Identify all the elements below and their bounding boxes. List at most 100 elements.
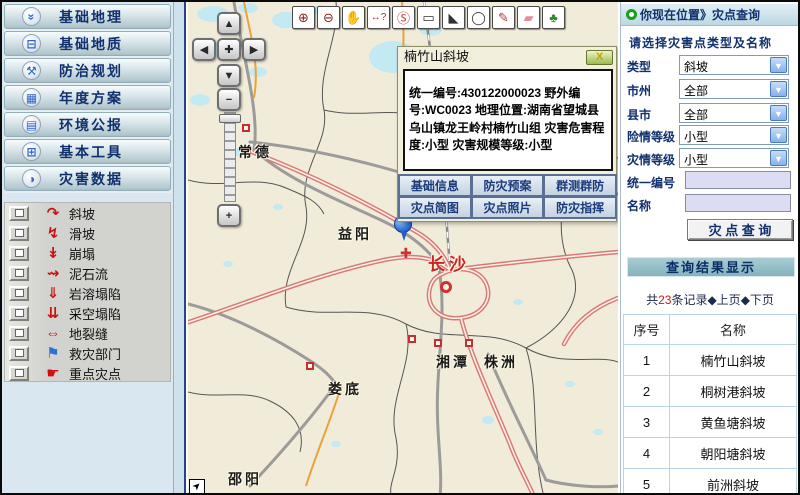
sidebar-item-basic-tools[interactable]: ⊞ 基本工具: [4, 139, 171, 164]
sidebar-item-disaster-data[interactable]: ◑ 灾害数据: [4, 166, 171, 191]
sidebar-item-label: 环境公报: [59, 115, 123, 135]
popup-close-button[interactable]: X: [586, 50, 613, 65]
sidebar-item-label: 防治规划: [59, 61, 123, 81]
city-label-xiangtan: 湘潭: [436, 352, 470, 372]
result-row[interactable]: 2 桐树港斜坡: [624, 376, 797, 407]
sidebar-item-environment-bulletin[interactable]: ▤ 环境公报: [4, 112, 171, 137]
site-marker[interactable]: [434, 339, 442, 347]
zoom-slider[interactable]: [224, 112, 236, 202]
selection-crosshair-icon: ✚: [400, 245, 412, 262]
sidebar-item-label: 基础地理: [59, 7, 123, 27]
form-row-prefecture: 市州 全部 ▼: [621, 79, 799, 99]
eraser-button[interactable]: ▰: [517, 6, 540, 29]
overview-arrow-icon[interactable]: ➤: [189, 479, 205, 494]
layer-checkbox[interactable]: [9, 306, 29, 321]
record-count: 23: [658, 293, 671, 307]
zoom-slider-handle[interactable]: [219, 114, 241, 123]
basic-info-button[interactable]: 基础信息: [398, 174, 472, 197]
debris-flow-icon: ⇝: [43, 266, 63, 281]
zoom-out-icon: ⊖: [323, 10, 334, 26]
sidebar-item-basic-geology[interactable]: ⊟ 基础地质: [4, 31, 171, 56]
disaster-prevention-plan-button[interactable]: 防灾预案: [471, 174, 545, 197]
site-marker[interactable]: [465, 339, 473, 347]
zoom-in-tool-button[interactable]: ⊕: [292, 6, 315, 29]
layer-row-collapse: ↡ 崩塌: [5, 243, 170, 263]
disaster-level-select[interactable]: 小型 ▼: [679, 148, 789, 168]
form-row-type: 类型 斜坡 ▼: [621, 55, 799, 75]
form-row-risk-level: 险情等级 小型 ▼: [621, 125, 799, 145]
sidebar-map-splitter[interactable]: [174, 2, 186, 493]
sidebar-item-annual-plan[interactable]: ▦ 年度方案: [4, 85, 171, 110]
layer-row-ground-fissure: ⇔ 地裂缝: [5, 323, 170, 343]
chevron-down-icon[interactable]: ▼: [770, 127, 787, 143]
form-row-name: 名称: [621, 194, 799, 214]
chevron-down-icon[interactable]: ▼: [770, 105, 787, 121]
layer-checkbox[interactable]: [9, 226, 29, 241]
select-polygon-button[interactable]: ◣: [442, 6, 465, 29]
next-page-link[interactable]: ◆下页: [741, 293, 774, 307]
chevron-down-icon[interactable]: ▼: [770, 81, 787, 97]
measure-distance-button[interactable]: ↔?: [367, 6, 390, 29]
zoom-in-step-button[interactable]: +: [217, 204, 241, 227]
layer-checkbox[interactable]: [9, 286, 29, 301]
layer-checkbox[interactable]: [9, 346, 29, 361]
sidebar-item-basic-geography[interactable]: » 基础地理: [4, 4, 171, 29]
layer-checkbox[interactable]: [9, 366, 29, 381]
zoom-out-tool-button[interactable]: ⊖: [317, 6, 340, 29]
type-select[interactable]: 斜坡 ▼: [679, 55, 789, 75]
form-title: 请选择灾害点类型及名称: [629, 34, 772, 51]
form-row-unified-code: 统一编号: [621, 171, 799, 191]
sidebar-item-label: 基础地质: [59, 34, 123, 54]
layer-checkbox[interactable]: [9, 266, 29, 281]
name-input[interactable]: [685, 194, 791, 212]
collapse-icon: ↡: [43, 246, 63, 261]
chevron-down-icon[interactable]: ▼: [770, 150, 787, 166]
pan-down-button[interactable]: ▼: [217, 64, 241, 87]
pan-left-button[interactable]: ◀: [192, 38, 216, 61]
layer-checkbox[interactable]: [9, 206, 29, 221]
map-viewport[interactable]: 常德 益阳 长沙 湘潭 株洲 娄底 邵阳 ✚ ➤ ▲ ◀ ✚ ▶ ▼ − + ⊕…: [188, 2, 618, 495]
pan-up-button[interactable]: ▲: [217, 12, 241, 35]
risk-level-select[interactable]: 小型 ▼: [679, 125, 789, 145]
sidebar-item-prevention-planning[interactable]: ⚒ 防治规划: [4, 58, 171, 83]
chevrons-down-icon: »: [22, 7, 41, 26]
select-rectangle-button[interactable]: ▭: [417, 6, 440, 29]
layer-row-karst-collapse: ⇓ 岩溶塌陷: [5, 283, 170, 303]
tree-icon: ♣: [549, 10, 558, 25]
draw-line-button[interactable]: ✎: [492, 6, 515, 29]
disaster-sketch-button[interactable]: 灾点简图: [398, 196, 472, 219]
pan-right-button[interactable]: ▶: [242, 38, 266, 61]
layer-checkbox[interactable]: [9, 326, 29, 341]
layer-row-key-disaster-point: ☛ 重点灾点: [5, 363, 170, 383]
prevention-command-button[interactable]: 防灾指挥: [543, 196, 617, 219]
pan-center-button[interactable]: ✚: [217, 38, 241, 61]
site-marker[interactable]: [242, 124, 250, 132]
zoom-out-step-button[interactable]: −: [217, 88, 241, 111]
pagination: 共23条记录◆上页◆下页: [621, 291, 799, 308]
pan-tool-button[interactable]: ✋: [342, 6, 365, 29]
group-monitoring-button[interactable]: 群测群防: [543, 174, 617, 197]
unified-code-input[interactable]: [685, 171, 791, 189]
query-button[interactable]: 灾 点 查 询: [687, 219, 793, 240]
site-marker[interactable]: [306, 362, 314, 370]
select-circle-button[interactable]: ◯: [467, 6, 490, 29]
ground-fissure-icon: ⇔: [43, 326, 63, 341]
county-select[interactable]: 全部 ▼: [679, 103, 789, 123]
full-extent-button[interactable]: ♣: [542, 6, 565, 29]
scale-tool-button[interactable]: Ⓢ: [392, 6, 415, 29]
disaster-photo-button[interactable]: 灾点照片: [471, 196, 545, 219]
result-row[interactable]: 4 朝阳塘斜坡: [624, 438, 797, 469]
zoom-in-icon: ⊕: [298, 10, 309, 26]
layer-checkbox[interactable]: [9, 246, 29, 261]
disaster-point-marker[interactable]: [440, 281, 452, 293]
circle-select-icon: ◯: [471, 10, 486, 26]
result-row[interactable]: 3 黄鱼塘斜坡: [624, 407, 797, 438]
chevron-down-icon[interactable]: ▼: [770, 57, 787, 73]
result-row[interactable]: 5 前洲斜坡: [624, 469, 797, 495]
prefecture-select[interactable]: 全部 ▼: [679, 79, 789, 99]
sidebar-item-label: 灾害数据: [59, 169, 123, 189]
result-row[interactable]: 1 楠竹山斜坡: [624, 345, 797, 376]
site-marker[interactable]: [408, 335, 416, 343]
karst-collapse-icon: ⇓: [43, 286, 63, 301]
prev-page-link[interactable]: ◆上页: [707, 293, 740, 307]
